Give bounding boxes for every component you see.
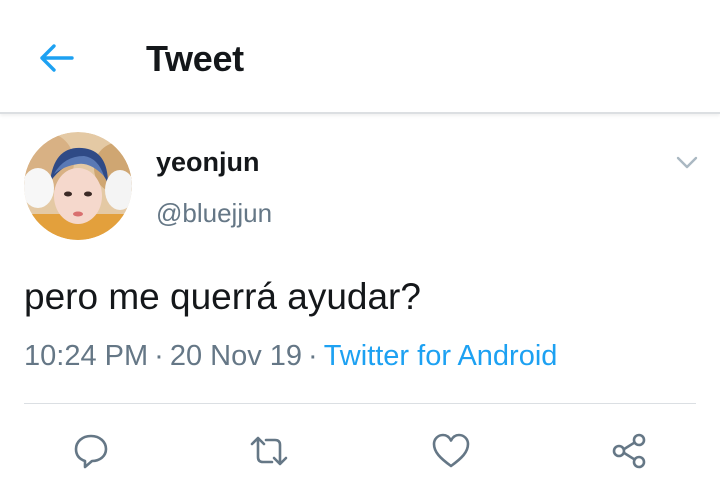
divider bbox=[24, 403, 696, 404]
avatar[interactable] bbox=[24, 132, 132, 240]
back-button[interactable] bbox=[28, 36, 84, 80]
retweet-icon bbox=[250, 436, 288, 466]
reply-button[interactable] bbox=[68, 428, 114, 474]
like-button[interactable] bbox=[428, 428, 474, 474]
reply-icon bbox=[74, 434, 108, 469]
tweet-time: 10:24 PM bbox=[24, 340, 149, 372]
meta-separator: · bbox=[308, 340, 318, 372]
author-handle[interactable]: @bluejjun bbox=[156, 198, 272, 229]
avatar-image bbox=[24, 132, 132, 240]
tweet-menu-button[interactable] bbox=[672, 150, 702, 176]
tweet-date: 20 Nov 19 bbox=[169, 340, 303, 372]
arrow-left-icon bbox=[40, 44, 74, 72]
share-icon bbox=[612, 433, 646, 469]
meta-separator: · bbox=[154, 340, 164, 372]
tweet-source-link[interactable]: Twitter for Android bbox=[324, 340, 558, 372]
retweet-button[interactable] bbox=[246, 428, 292, 474]
heart-icon bbox=[432, 433, 470, 468]
share-button[interactable] bbox=[606, 428, 652, 474]
top-app-bar: Tweet bbox=[0, 0, 720, 114]
tweet-text: pero me querrá ayudar? bbox=[24, 276, 421, 317]
author-display-name[interactable]: yeonjun bbox=[156, 147, 260, 178]
tweet-metadata: 10:24 PM · 20 Nov 19 · Twitter for Android bbox=[24, 340, 557, 373]
page-title: Tweet bbox=[146, 38, 244, 79]
chevron-down-icon bbox=[676, 156, 698, 169]
